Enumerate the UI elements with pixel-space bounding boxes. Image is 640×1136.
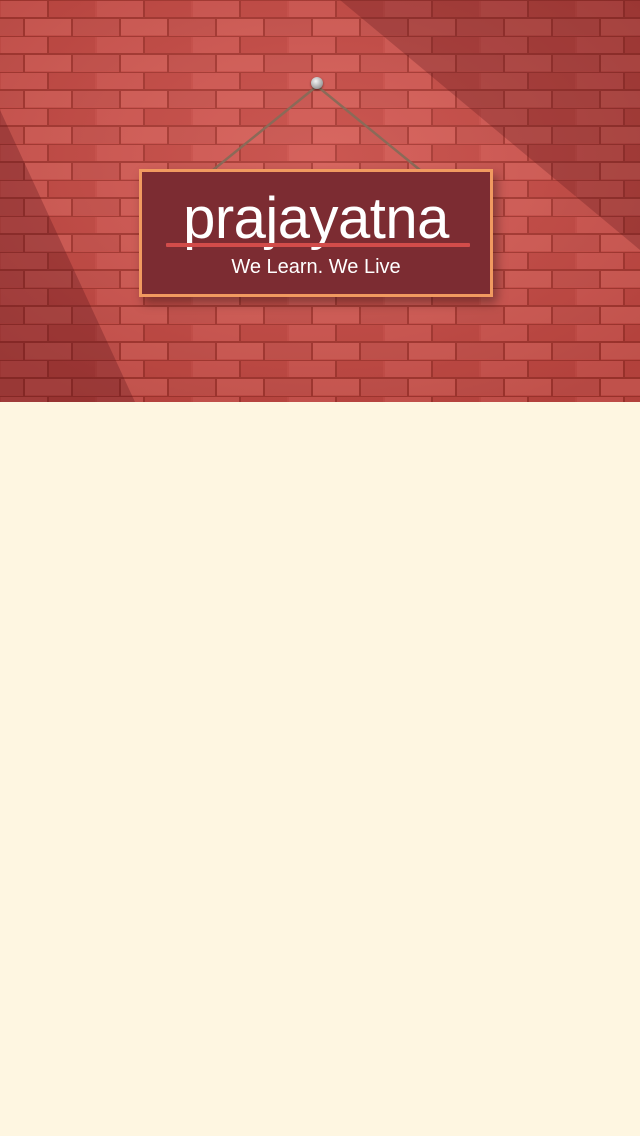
app-title: prajayatna [183, 186, 449, 251]
title-underline [166, 243, 470, 247]
content-area [0, 402, 640, 1136]
splash-screen: prajayatna We Learn. We Live [0, 0, 640, 1136]
logo-sign: prajayatna We Learn. We Live [139, 169, 493, 297]
app-tagline: We Learn. We Live [231, 256, 401, 278]
hero-banner: prajayatna We Learn. We Live [0, 0, 640, 402]
nail-icon [311, 77, 323, 89]
